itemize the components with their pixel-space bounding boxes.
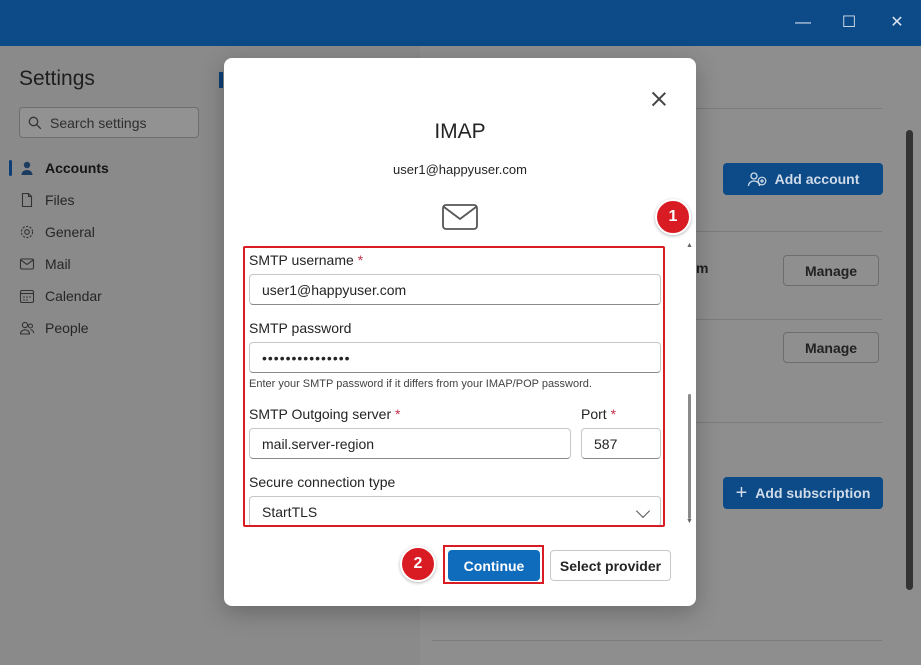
search-settings-input[interactable]: Search settings: [19, 107, 199, 138]
nav-item-mail[interactable]: Mail: [0, 248, 210, 280]
nav-label: Accounts: [45, 160, 109, 176]
nav-item-general[interactable]: General: [0, 216, 210, 248]
nav-item-files[interactable]: Files: [0, 184, 210, 216]
settings-title: Settings: [19, 67, 95, 90]
nav-label: People: [45, 320, 89, 336]
form-highlight-box: [243, 246, 665, 527]
search-icon: [28, 116, 42, 129]
step-badge-1: 1: [655, 199, 691, 235]
calendar-icon: [19, 289, 35, 304]
nav-item-people[interactable]: People: [0, 312, 210, 344]
title-bar: — ☐ ✕: [0, 0, 921, 46]
add-account-button[interactable]: Add account: [723, 163, 883, 195]
settings-nav: Accounts Files General Mail Calendar Peo…: [0, 152, 210, 344]
close-icon[interactable]: [648, 88, 670, 110]
nav-item-accounts[interactable]: Accounts: [0, 152, 210, 184]
manage-button-1[interactable]: Manage: [783, 255, 879, 286]
envelope-icon: [442, 204, 478, 230]
people-icon: [19, 321, 35, 335]
add-account-label: Add account: [774, 171, 860, 187]
add-subscription-button[interactable]: + Add subscription: [723, 477, 883, 509]
header-accent-bar: [219, 72, 223, 88]
account-name-partial: m: [696, 260, 709, 276]
file-icon: [21, 192, 33, 208]
nav-label: Calendar: [45, 288, 102, 304]
manage-button-2[interactable]: Manage: [783, 332, 879, 363]
mail-icon: [19, 258, 35, 270]
page-scrollbar[interactable]: [906, 130, 913, 590]
divider: [432, 640, 882, 641]
dialog-title: IMAP: [434, 120, 486, 143]
select-provider-button[interactable]: Select provider: [550, 550, 671, 581]
nav-label: Mail: [45, 256, 71, 272]
dialog-scrollbar-thumb[interactable]: [688, 394, 691, 519]
continue-highlight-box: [443, 545, 544, 584]
close-window-button[interactable]: ✕: [886, 12, 908, 34]
nav-item-calendar[interactable]: Calendar: [0, 280, 210, 312]
step-badge-2: 2: [400, 546, 436, 582]
scroll-down-arrow[interactable]: ▼: [686, 518, 693, 525]
search-placeholder: Search settings: [50, 114, 147, 131]
people-add-icon: [747, 172, 767, 187]
person-icon: [21, 161, 33, 175]
add-subscription-label: Add subscription: [755, 485, 871, 501]
nav-label: General: [45, 224, 95, 240]
maximize-button[interactable]: ☐: [838, 12, 860, 34]
gear-icon: [20, 225, 34, 239]
dialog-email: user1@happyuser.com: [393, 162, 527, 177]
nav-label: Files: [45, 192, 75, 208]
scroll-up-arrow[interactable]: ▲: [686, 242, 693, 249]
minimize-button[interactable]: —: [792, 12, 814, 34]
plus-icon: +: [735, 481, 748, 504]
